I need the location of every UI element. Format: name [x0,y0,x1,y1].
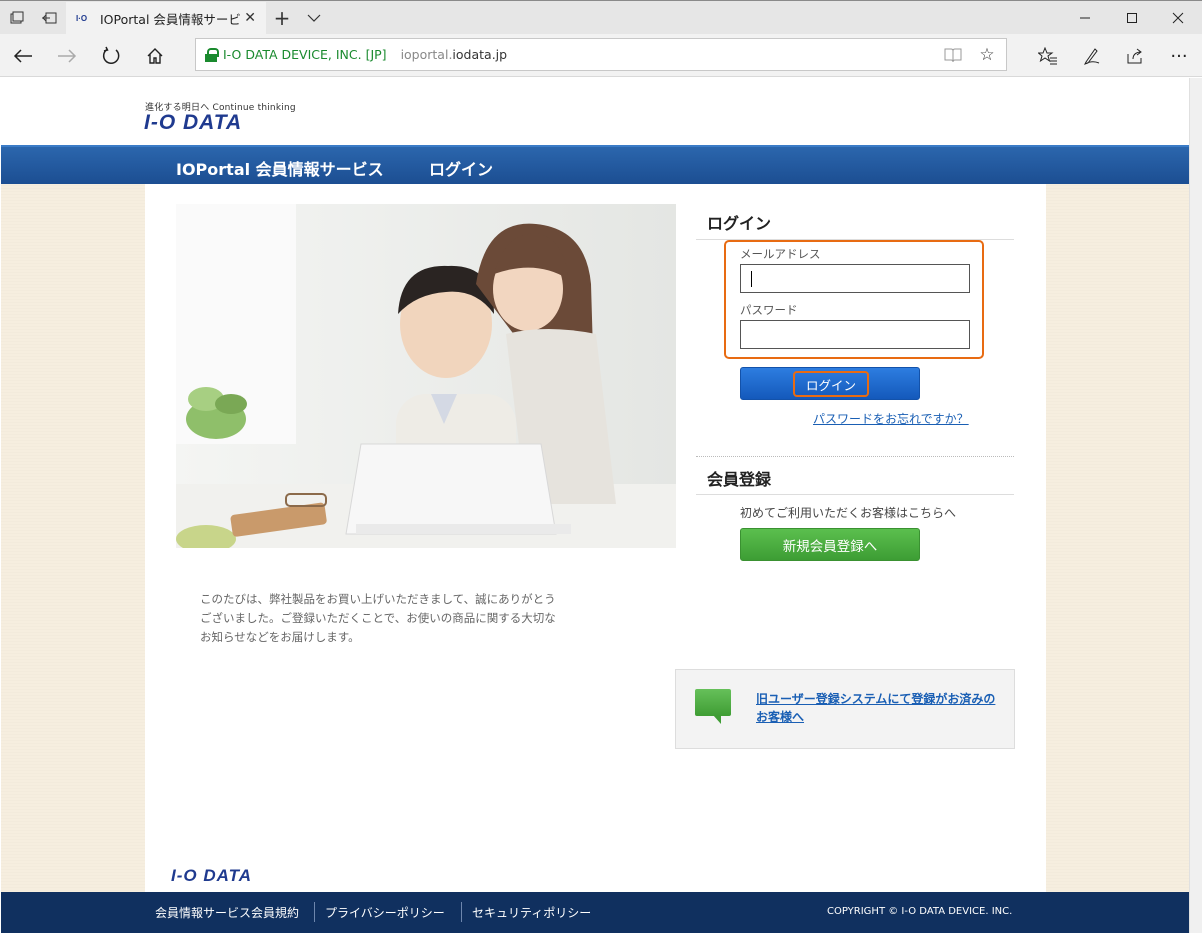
browser-tab-bar: I·O IOPortal 会員情報サービス ✕ + [0,0,1202,35]
title-bar: IOPortal 会員情報サービス ログイン [1,145,1189,184]
tab-title: IOPortal 会員情報サービス [100,12,240,27]
browser-nav-bar: I-O DATA DEVICE, INC. [JP] ioportal.ioda… [0,34,1202,77]
close-tab-icon[interactable]: ✕ [244,10,256,26]
main-content: このたびは、弊社製品をお買い上げいただきまして、誠にありがとうございました。ご登… [145,184,1046,896]
service-title: IOPortal 会員情報サービス [176,160,384,179]
more-icon[interactable]: ··· [1165,42,1193,70]
reading-view-icon[interactable] [942,44,964,66]
text-caret [751,271,752,287]
favicon-icon: I·O [76,13,88,23]
url-host: ioportal.iodata.jp [401,47,508,62]
forward-icon[interactable] [53,42,81,70]
page-viewport: 進化する明日へ Continue thinking I-O DATA IOPor… [1,78,1189,933]
url-host-prefix: ioportal. [400,47,453,62]
minimize-icon[interactable] [1062,1,1108,34]
footer-link-security[interactable]: セキュリティポリシー [472,904,591,921]
browser-tab[interactable]: I·O IOPortal 会員情報サービス ✕ [66,2,266,35]
register-heading: 会員登録 [707,470,772,489]
favorite-star-icon[interactable]: ☆ [976,44,998,66]
footer-separator [461,902,462,922]
section-separator [696,456,1014,457]
copyright: COPYRIGHT © I-O DATA DEVICE. INC. [827,906,1013,917]
hero-photo [176,204,676,548]
vertical-scrollbar[interactable] [1189,78,1202,933]
footer-link-privacy[interactable]: プライバシーポリシー [325,904,445,921]
login-button-label: ログイン [793,371,869,397]
url-organization: I-O DATA DEVICE, INC. [JP] [223,47,387,62]
register-note: 初めてご利用いただくお客様はこちらへ [740,506,957,520]
iodata-logo[interactable]: I-O DATA [144,111,242,135]
favorites-hub-icon[interactable] [1034,42,1062,70]
login-button[interactable]: ログイン [740,367,920,400]
login-heading: ログイン [707,214,772,233]
address-bar[interactable]: I-O DATA DEVICE, INC. [JP] ioportal.ioda… [195,38,1007,71]
page-title: ログイン [429,160,494,179]
footer-logo[interactable]: I-O DATA [171,866,252,886]
forgot-password-link[interactable]: パスワードをお忘れですか？ [813,410,969,427]
tab-list-icon[interactable] [6,7,28,29]
site-header: 進化する明日へ Continue thinking I-O DATA [1,78,1189,145]
refresh-icon[interactable] [97,42,125,70]
url-host-domain: iodata.jp [452,47,508,62]
password-label: パスワード [740,303,798,317]
email-label: メールアドレス [740,247,821,261]
set-aside-icon[interactable] [38,7,60,29]
lock-icon [205,47,219,62]
footer-link-terms[interactable]: 会員情報サービス会員規約 [155,904,299,921]
password-field[interactable] [740,320,970,349]
share-icon[interactable] [1121,42,1149,70]
new-tab-icon[interactable]: + [271,6,293,30]
maximize-icon[interactable] [1109,1,1155,34]
site-footer: 会員情報サービス会員規約 プライバシーポリシー セキュリティポリシー COPYR… [1,892,1189,933]
register-divider [696,494,1014,495]
home-icon[interactable] [141,42,169,70]
pen-icon[interactable] [1078,42,1106,70]
tab-preview-icon[interactable] [303,7,325,29]
back-icon[interactable] [9,42,37,70]
footer-separator [314,902,315,922]
speech-bubble-icon [695,689,731,724]
email-field[interactable] [740,264,970,293]
old-system-link[interactable]: 旧ユーザー登録システムにて登録がお済みのお客様へ [756,690,1006,726]
new-registration-button[interactable]: 新規会員登録へ [740,528,920,561]
old-system-box: 旧ユーザー登録システムにて登録がお済みのお客様へ [675,669,1015,749]
intro-text: このたびは、弊社製品をお買い上げいただきまして、誠にありがとうございました。ご登… [200,592,556,644]
close-window-icon[interactable] [1155,1,1201,34]
